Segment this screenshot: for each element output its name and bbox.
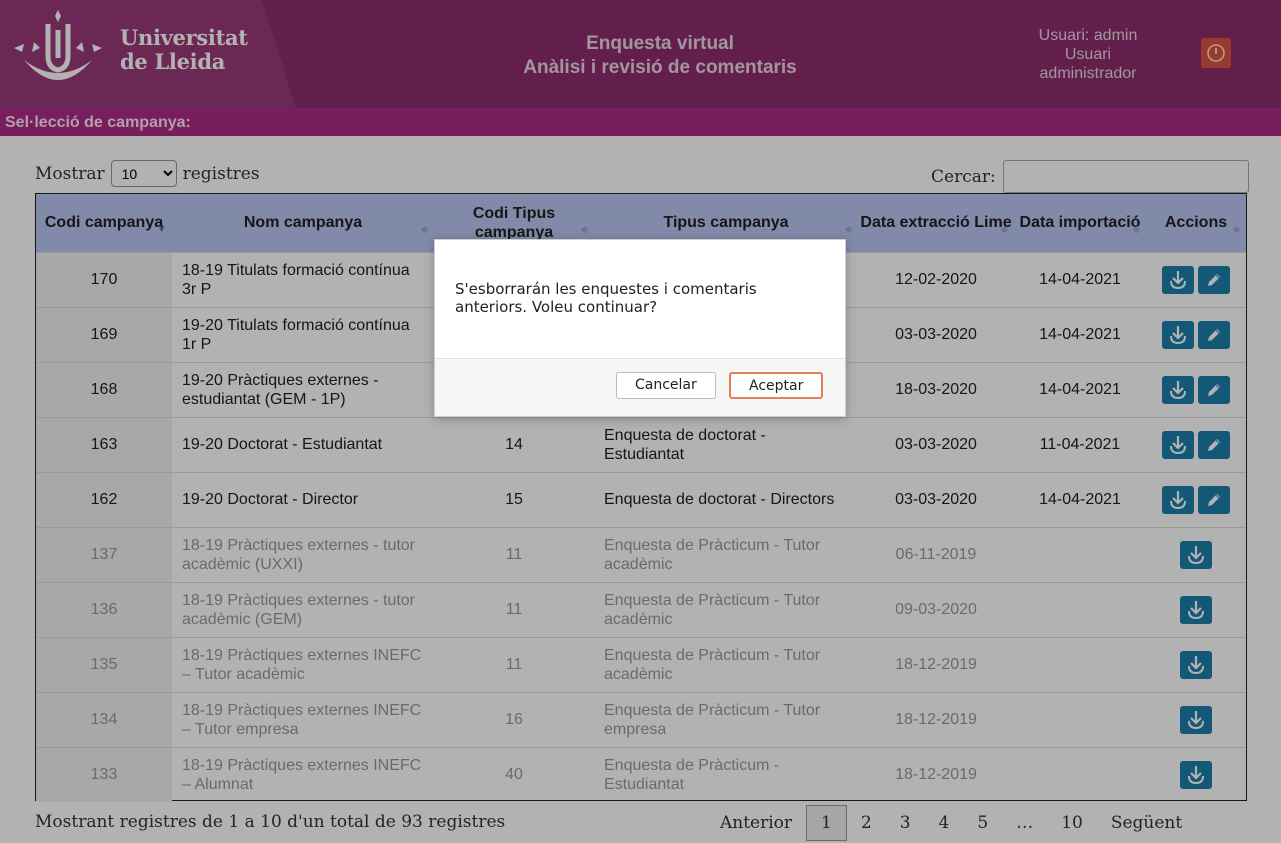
confirm-dialog: S'esborrarán les enquestes i comentaris … (434, 239, 846, 417)
dialog-footer: Cancelar Aceptar (435, 358, 845, 416)
modal-overlay (0, 0, 1281, 843)
dialog-message: S'esborrarán les enquestes i comentaris … (455, 280, 757, 316)
accept-button[interactable]: Aceptar (729, 372, 824, 399)
cancel-button[interactable]: Cancelar (616, 372, 716, 399)
